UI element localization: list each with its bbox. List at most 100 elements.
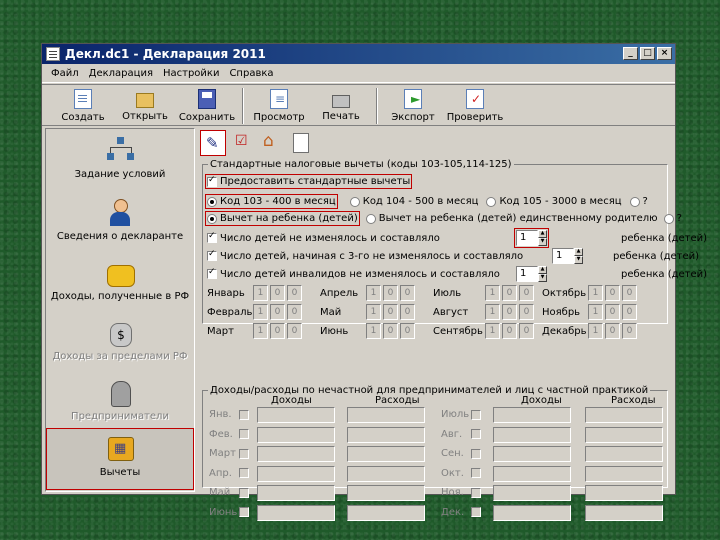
single-parent-radio[interactable]: Вычет на ребенка (детей) единственному р…: [365, 213, 658, 224]
property-deductions-tab-icon[interactable]: [258, 130, 284, 156]
month-cell[interactable]: 0: [519, 323, 534, 339]
spin-down-icon[interactable]: ▼: [538, 238, 547, 246]
menu-declaration[interactable]: Декларация: [84, 68, 158, 79]
expenses-input[interactable]: [347, 504, 425, 521]
expenses-input[interactable]: [347, 485, 425, 501]
expenses-input[interactable]: [585, 504, 663, 521]
income-month-checkbox[interactable]: [239, 468, 249, 478]
sidebar-item-declarant[interactable]: Сведения о декларанте: [46, 193, 194, 253]
social-deductions-tab-icon[interactable]: [229, 130, 255, 156]
third-child-spinner[interactable]: 1 ▲ ▼: [552, 248, 583, 264]
income-input[interactable]: [257, 446, 335, 462]
month-cell[interactable]: 1: [485, 304, 500, 320]
spinner-arrows[interactable]: ▲ ▼: [574, 248, 583, 264]
month-cell[interactable]: 0: [383, 304, 398, 320]
menu-file[interactable]: Файл: [46, 68, 84, 79]
provide-standard-checkbox[interactable]: Предоставить стандартные вычеты: [204, 174, 413, 189]
income-month-checkbox[interactable]: [471, 487, 481, 498]
income-month-checkbox[interactable]: [239, 448, 249, 459]
income-month-checkbox[interactable]: [471, 468, 481, 478]
spinner-arrows[interactable]: ▲ ▼: [538, 230, 547, 246]
sidebar-item-income-rf[interactable]: Доходы, полученные в РФ: [46, 253, 194, 313]
spin-up-icon[interactable]: ▲: [538, 230, 547, 238]
month-cell[interactable]: 0: [622, 285, 637, 301]
code-103-radio[interactable]: Код 103 - 400 в месяц: [205, 194, 338, 209]
income-input[interactable]: [493, 485, 571, 501]
menu-settings[interactable]: Настройки: [158, 68, 224, 79]
code-105-radio[interactable]: Код 105 - 3000 в месяц: [486, 196, 622, 207]
menu-help[interactable]: Справка: [224, 68, 278, 79]
month-cell[interactable]: 1: [588, 304, 603, 320]
month-cell[interactable]: 0: [270, 285, 285, 301]
sidebar-item-conditions[interactable]: Задание условий: [46, 131, 194, 191]
disabled-children-checkbox[interactable]: [207, 267, 217, 279]
sidebar-item-entrepreneurs[interactable]: Предприниматели: [46, 373, 194, 433]
income-input[interactable]: [257, 426, 335, 443]
income-input[interactable]: [493, 465, 571, 482]
month-cell[interactable]: 0: [270, 323, 285, 339]
income-input[interactable]: [493, 446, 571, 462]
spin-down-icon[interactable]: ▼: [538, 274, 547, 282]
month-cell[interactable]: 0: [287, 285, 302, 301]
third-child-value[interactable]: 1: [552, 248, 574, 264]
month-cell[interactable]: 0: [605, 285, 620, 301]
month-cell[interactable]: 1: [588, 285, 603, 301]
sidebar-item-deductions[interactable]: Вычеты: [46, 428, 194, 490]
income-month-checkbox[interactable]: [239, 487, 249, 498]
income-month-checkbox[interactable]: [239, 409, 249, 420]
month-cell[interactable]: 1: [485, 285, 500, 301]
month-cell[interactable]: 0: [605, 323, 620, 339]
month-cell[interactable]: 1: [253, 304, 268, 320]
expenses-input[interactable]: [585, 465, 663, 482]
income-input[interactable]: [493, 426, 571, 443]
spin-up-icon[interactable]: ▲: [574, 248, 583, 256]
income-input[interactable]: [257, 485, 335, 501]
income-input[interactable]: [257, 504, 335, 521]
income-input[interactable]: [493, 407, 571, 423]
new-button[interactable]: Создать: [52, 85, 114, 125]
month-cell[interactable]: 1: [366, 285, 381, 301]
spin-down-icon[interactable]: ▼: [574, 256, 583, 264]
month-cell[interactable]: 0: [502, 285, 517, 301]
disabled-children-spinner[interactable]: 1 ▲ ▼: [516, 266, 547, 282]
month-cell[interactable]: 0: [605, 304, 620, 320]
maximize-button[interactable]: □: [640, 47, 655, 60]
children-count-checkbox[interactable]: [207, 231, 217, 243]
expenses-input[interactable]: [585, 426, 663, 443]
month-cell[interactable]: 1: [588, 323, 603, 339]
month-cell[interactable]: 0: [622, 304, 637, 320]
month-cell[interactable]: 0: [502, 304, 517, 320]
code-104-radio[interactable]: Код 104 - 500 в месяц: [349, 196, 478, 207]
month-cell[interactable]: 1: [366, 323, 381, 339]
month-cell[interactable]: 0: [400, 285, 415, 301]
print-button[interactable]: Печать: [310, 85, 372, 125]
children-count-value[interactable]: 1: [516, 230, 538, 246]
income-month-checkbox[interactable]: [471, 448, 481, 459]
sidebar-item-income-abroad[interactable]: Доходы за пределами РФ: [46, 313, 194, 373]
disabled-children-value[interactable]: 1: [516, 266, 538, 282]
month-cell[interactable]: 0: [519, 304, 534, 320]
income-input[interactable]: [257, 407, 335, 423]
child-other-radio[interactable]: ?: [663, 213, 682, 224]
month-cell[interactable]: 1: [485, 323, 500, 339]
expenses-input[interactable]: [585, 407, 663, 423]
children-count-spinner[interactable]: 1 ▲ ▼: [514, 228, 549, 248]
month-cell[interactable]: 0: [400, 304, 415, 320]
income-input[interactable]: [493, 504, 571, 521]
month-cell[interactable]: 0: [502, 323, 517, 339]
expenses-input[interactable]: [347, 446, 425, 462]
income-month-checkbox[interactable]: [471, 507, 481, 517]
month-cell[interactable]: 1: [253, 285, 268, 301]
income-month-checkbox[interactable]: [471, 409, 481, 420]
standard-deductions-tab-icon[interactable]: [200, 130, 226, 156]
expenses-input[interactable]: [585, 485, 663, 501]
spin-up-icon[interactable]: ▲: [538, 266, 547, 274]
save-button[interactable]: Сохранить: [176, 85, 238, 125]
month-cell[interactable]: 1: [253, 323, 268, 339]
month-cell[interactable]: 0: [519, 285, 534, 301]
verify-button[interactable]: Проверить: [444, 85, 506, 125]
third-child-checkbox[interactable]: [207, 249, 217, 261]
income-month-checkbox[interactable]: [239, 429, 249, 439]
expenses-input[interactable]: [347, 465, 425, 482]
month-cell[interactable]: 1: [366, 304, 381, 320]
